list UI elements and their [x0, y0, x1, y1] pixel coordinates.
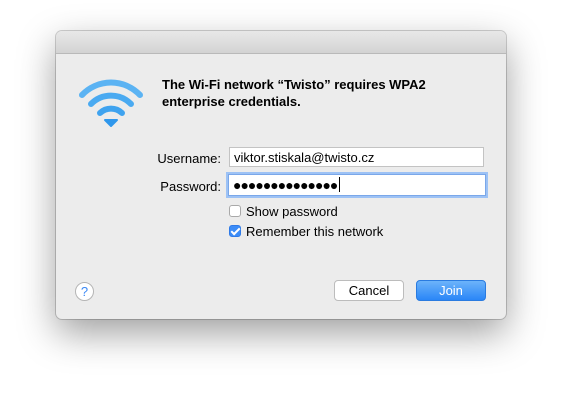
cancel-button[interactable]: Cancel — [334, 280, 404, 301]
remember-network-checkbox[interactable] — [229, 225, 241, 237]
remember-network-label: Remember this network — [246, 223, 384, 239]
wifi-icon — [79, 79, 143, 127]
show-password-label: Show password — [246, 203, 338, 219]
password-field[interactable]: ●●●●●●●●●●●●●● — [228, 174, 486, 196]
username-field[interactable]: viktor.stiskala@twisto.cz — [229, 147, 484, 167]
show-password-checkbox[interactable] — [229, 205, 241, 217]
username-label: Username: — [157, 151, 221, 166]
join-button[interactable]: Join — [416, 280, 486, 301]
password-value: ●●●●●●●●●●●●●● — [233, 177, 338, 193]
remember-network-option[interactable]: Remember this network — [229, 223, 383, 239]
text-caret — [339, 177, 341, 192]
wifi-credentials-dialog: The Wi-Fi network “Twisto” requires WPA2… — [56, 31, 506, 319]
dialog-message: The Wi-Fi network “Twisto” requires WPA2… — [162, 77, 426, 109]
show-password-option[interactable]: Show password — [229, 203, 338, 219]
dialog-titlebar[interactable] — [56, 31, 506, 54]
help-button[interactable]: ? — [75, 282, 94, 301]
password-label: Password: — [160, 179, 221, 194]
